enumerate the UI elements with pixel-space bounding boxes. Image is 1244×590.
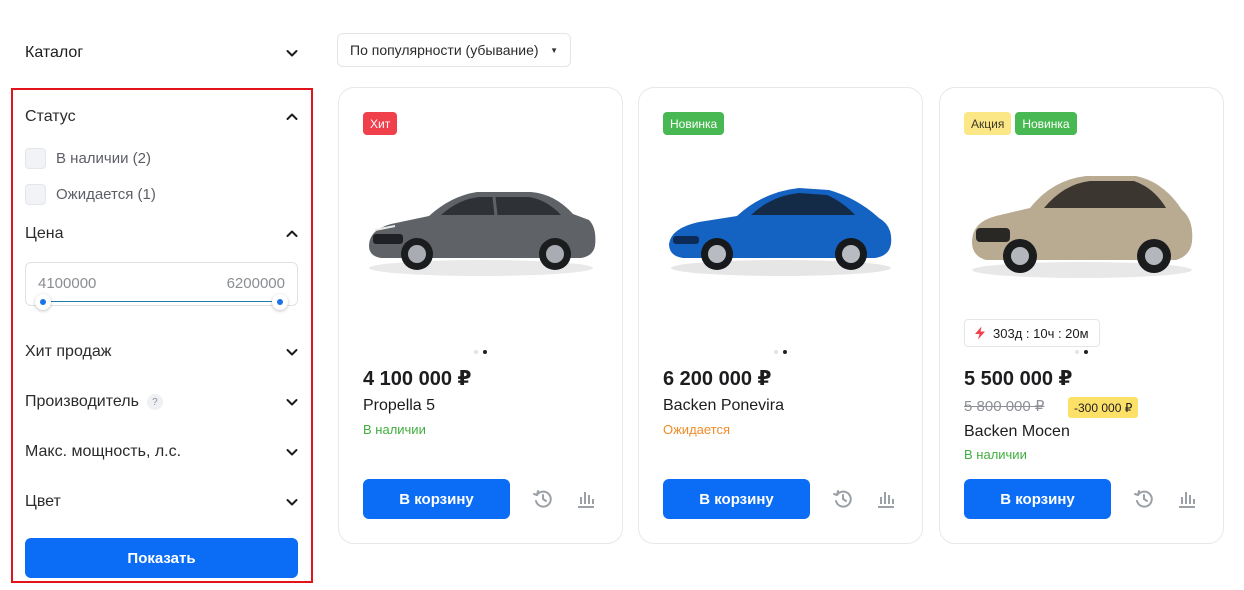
chevron-down-icon: [284, 394, 300, 410]
status-option-label: Ожидается (1): [56, 185, 156, 203]
compare-icon[interactable]: [1176, 488, 1198, 510]
catalog-toggle[interactable]: Каталог: [25, 38, 300, 68]
badge-list: Хит: [363, 112, 398, 135]
filter-manufacturer: Производитель ?: [25, 393, 163, 411]
checkbox-in-stock[interactable]: [25, 147, 46, 169]
sort-value: По популярности (убывание): [350, 42, 539, 58]
price-slider-min-handle[interactable]: [35, 294, 51, 310]
discount-badge: -300 000 ₽: [1068, 397, 1139, 418]
pagination-dot-active[interactable]: [1084, 350, 1088, 354]
promo-timer: 303д : 10ч : 20м: [964, 319, 1100, 347]
badge-promo: Акция: [964, 112, 1012, 135]
product-card[interactable]: Хит 4 100 000 ₽ Propella 5 В наличии В к…: [338, 87, 623, 544]
lightning-icon: [975, 326, 985, 340]
promo-timer-value: 303д : 10ч : 20м: [993, 325, 1089, 341]
product-old-price: 5 800 000 ₽: [964, 398, 1045, 415]
chevron-down-icon: [284, 494, 300, 510]
help-icon[interactable]: ?: [146, 394, 163, 410]
pagination-dot[interactable]: [474, 350, 478, 354]
filter-power-title: Макс. мощность, л.с.: [25, 443, 182, 460]
product-price: 4 100 000 ₽: [363, 368, 472, 390]
product-name[interactable]: Backen Mocen: [964, 423, 1070, 441]
filter-price-title: Цена: [25, 225, 64, 242]
badge-hit: Хит: [363, 112, 398, 135]
price-slider-max-handle[interactable]: [272, 294, 288, 310]
suv-image: [972, 176, 1193, 278]
chevron-down-icon: [284, 45, 300, 61]
history-icon[interactable]: [532, 488, 554, 510]
badge-list: Акция Новинка: [964, 112, 1077, 135]
image-pagination: [339, 350, 622, 354]
product-name[interactable]: Propella 5: [363, 397, 435, 415]
product-price: 6 200 000 ₽: [663, 368, 772, 390]
show-results-button[interactable]: Показать: [25, 538, 298, 578]
chevron-up-icon: [284, 109, 300, 125]
caret-down-icon: ▼: [550, 45, 558, 55]
sort-select[interactable]: По популярности (убывание) ▼: [337, 33, 571, 67]
filter-status-title: Статус: [25, 108, 76, 125]
image-pagination: [940, 350, 1223, 354]
status-option-label: В наличии (2): [56, 149, 152, 167]
filter-color-title: Цвет: [25, 493, 61, 510]
badge-new: Новинка: [663, 112, 725, 135]
badge-new: Новинка: [1015, 112, 1077, 135]
price-to-input[interactable]: 6200000: [227, 275, 285, 292]
history-icon[interactable]: [832, 488, 854, 510]
pagination-dot[interactable]: [774, 350, 778, 354]
filter-power-toggle[interactable]: Макс. мощность, л.с.: [25, 438, 300, 466]
chevron-down-icon: [284, 444, 300, 460]
filter-color-toggle[interactable]: Цвет: [25, 488, 300, 516]
filter-status-toggle[interactable]: Статус: [25, 103, 300, 131]
coupe-image: [669, 188, 892, 276]
product-status: Ожидается: [663, 422, 731, 437]
filter-bestseller-title: Хит продаж: [25, 343, 112, 360]
add-to-cart-button[interactable]: В корзину: [663, 479, 810, 519]
pagination-dot-active[interactable]: [783, 350, 787, 354]
filters-panel: Статус В наличии (2) Ожидается (1) Цена …: [11, 88, 313, 583]
catalog-label: Каталог: [25, 44, 84, 61]
price-slider-track[interactable]: [43, 301, 280, 302]
filter-bestseller-toggle[interactable]: Хит продаж: [25, 338, 300, 366]
status-option-in-stock[interactable]: В наличии (2): [25, 146, 151, 170]
checkbox-expected[interactable]: [25, 183, 46, 205]
pagination-dot[interactable]: [1075, 350, 1079, 354]
chevron-up-icon: [284, 226, 300, 242]
product-image[interactable]: [960, 158, 1205, 283]
product-status: В наличии: [363, 422, 426, 437]
chevron-down-icon: [284, 344, 300, 360]
filter-manufacturer-title: Производитель: [25, 393, 139, 410]
badge-list: Новинка: [663, 112, 725, 135]
price-range: 4100000 6200000: [25, 262, 298, 310]
status-option-expected[interactable]: Ожидается (1): [25, 182, 156, 206]
product-card[interactable]: Акция Новинка 303д : 10ч : 20м 5 500 000…: [939, 87, 1224, 544]
sedan-image: [369, 192, 596, 276]
history-icon[interactable]: [1133, 488, 1155, 510]
product-image[interactable]: [659, 158, 904, 283]
filter-price-toggle[interactable]: Цена: [25, 220, 300, 248]
filter-manufacturer-toggle[interactable]: Производитель ?: [25, 388, 300, 416]
product-name[interactable]: Backen Ponevira: [663, 397, 784, 415]
pagination-dot-active[interactable]: [483, 350, 487, 354]
product-price: 5 500 000 ₽: [964, 368, 1073, 390]
product-status: В наличии: [964, 447, 1027, 462]
price-from-input[interactable]: 4100000: [38, 275, 96, 292]
add-to-cart-button[interactable]: В корзину: [964, 479, 1111, 519]
product-image[interactable]: [359, 158, 604, 283]
compare-icon[interactable]: [575, 488, 597, 510]
product-card[interactable]: Новинка 6 200 000 ₽ Backen Ponevira Ожид…: [638, 87, 923, 544]
add-to-cart-button[interactable]: В корзину: [363, 479, 510, 519]
compare-icon[interactable]: [875, 488, 897, 510]
image-pagination: [639, 350, 922, 354]
